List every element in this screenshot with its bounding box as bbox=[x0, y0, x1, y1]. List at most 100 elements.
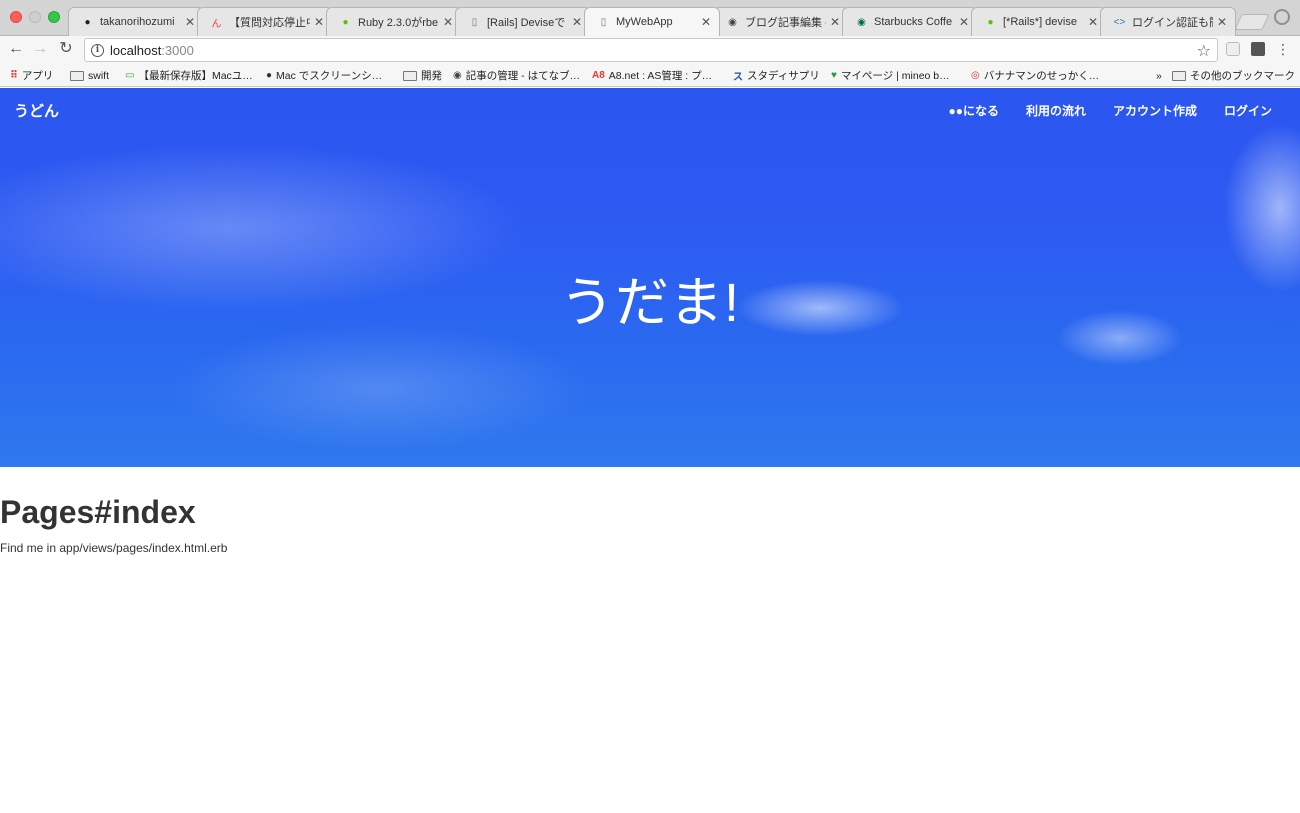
site-brand[interactable]: うどん bbox=[14, 100, 59, 121]
hatena-blog-icon: ◉ bbox=[728, 16, 737, 28]
bookmark-item[interactable]: ♥ マイページ | mineo b… bbox=[831, 68, 950, 83]
nav-link-flow[interactable]: 利用の流れ bbox=[1026, 102, 1086, 119]
page-icon: ▯ bbox=[471, 16, 478, 28]
tab-close-icon[interactable]: ✕ bbox=[572, 15, 582, 29]
bookmark-label: A8.net : AS管理 : プ… bbox=[608, 70, 713, 82]
page-heading: Pages#index bbox=[0, 494, 196, 530]
bookmark-item[interactable]: 開発 bbox=[403, 68, 442, 83]
bookmark-label: バナナマンのせっかく… bbox=[983, 70, 1100, 82]
other-bookmarks-label: その他のブックマーク bbox=[1190, 70, 1295, 82]
window-minimize-button[interactable] bbox=[29, 11, 41, 23]
bananaman-icon: ◎ bbox=[971, 70, 980, 81]
github-icon: ● bbox=[84, 16, 91, 28]
browser-toolbar: ← → ↻ i localhost:3000 ☆ ⋮ bbox=[0, 36, 1300, 64]
bookmark-label: アプリ bbox=[21, 70, 54, 82]
folder-icon bbox=[1172, 70, 1186, 81]
bookmark-item[interactable]: swift bbox=[70, 68, 109, 83]
apple-icon: ● bbox=[266, 70, 273, 81]
tab-title: [Rails] Deviseで bbox=[487, 17, 566, 29]
bookmark-label: 開発 bbox=[421, 70, 442, 82]
bookmark-label: 記事の管理 - はてなブ… bbox=[465, 70, 581, 82]
bookmark-label: Mac でスクリーンシ… bbox=[276, 70, 383, 82]
tab-close-icon[interactable]: ✕ bbox=[701, 15, 711, 29]
nav-link-become[interactable]: ●●になる bbox=[948, 102, 999, 119]
profile-icon[interactable] bbox=[1274, 9, 1290, 25]
back-icon[interactable]: ← bbox=[6, 39, 26, 59]
nav-link-signup[interactable]: アカウント作成 bbox=[1113, 102, 1197, 119]
bookmark-label: swift bbox=[88, 69, 109, 82]
tab-close-icon[interactable]: ✕ bbox=[314, 15, 324, 29]
qiita-icon: ● bbox=[342, 16, 349, 28]
tab-title: ブログ記事編集 - bbox=[745, 17, 826, 29]
tab-close-icon[interactable]: ✕ bbox=[830, 15, 840, 29]
page-description: Find me in app/views/pages/index.html.er… bbox=[0, 541, 228, 555]
starbucks-icon: ◉ bbox=[857, 16, 866, 28]
browser-tab[interactable]: ▯ MyWebApp ✕ bbox=[584, 7, 720, 36]
tab-title: [*Rails*] devise bbox=[1003, 16, 1077, 28]
bookmark-item[interactable]: ▭ 【最新保存版】Macユ… bbox=[125, 68, 253, 83]
site-nav-links: ●●になる 利用の流れ アカウント作成 ログイン bbox=[948, 102, 1272, 119]
bookmarks-overflow-label: » bbox=[1156, 69, 1162, 82]
tab-close-icon[interactable]: ✕ bbox=[1217, 15, 1227, 29]
tab-close-icon[interactable]: ✕ bbox=[959, 15, 969, 29]
window-maximize-button[interactable] bbox=[48, 11, 60, 23]
info-icon[interactable]: i bbox=[91, 43, 104, 57]
folder-icon bbox=[70, 70, 84, 81]
studysapuri-icon: ス bbox=[733, 72, 743, 83]
nav-link-login[interactable]: ログイン bbox=[1224, 102, 1272, 119]
hatena-blog-icon: ◉ bbox=[453, 70, 462, 81]
tab-title: takanorihozumi bbox=[100, 16, 175, 28]
tab-title: 【質問対応停止中 bbox=[229, 17, 310, 29]
other-bookmarks-folder[interactable]: その他のブックマーク bbox=[1172, 68, 1295, 83]
browser-tab[interactable]: ▯ [Rails] Deviseで ✕ bbox=[455, 7, 591, 36]
browser-tab-strip: ● takanorihozumi ✕ ん【質問対応停止中 ✕ ● Ruby 2.3.0がrb… bbox=[0, 0, 1300, 36]
hero-section: うどん ●●になる 利用の流れ アカウント作成 ログイン うだま! bbox=[0, 88, 1300, 467]
folder-icon bbox=[403, 70, 417, 81]
page-icon: ▯ bbox=[600, 16, 607, 28]
hatena-icon: ん bbox=[211, 18, 222, 30]
browser-tab[interactable]: ◉ ブログ記事編集 - ✕ bbox=[713, 7, 849, 36]
bookmark-item[interactable]: ◎ バナナマンのせっかく… bbox=[971, 68, 1099, 83]
browser-tab[interactable]: ◉ Starbucks Coffe ✕ bbox=[842, 7, 978, 36]
url-port: :3000 bbox=[161, 42, 194, 58]
bookmark-label: スタディサプリ bbox=[747, 70, 820, 82]
bookmark-star-icon[interactable]: ☆ bbox=[1197, 41, 1211, 61]
site-navbar: うどん ●●になる 利用の流れ アカウント作成 ログイン bbox=[0, 88, 1300, 132]
bookmarks-bar: » その他のブックマーク ⠿ アプリ swift ▭ 【最新保存版】Macユ… ● Mac … bbox=[0, 64, 1300, 87]
browser-tab[interactable]: ● [*Rails*] devise ✕ bbox=[971, 7, 1107, 36]
url-host: localhost bbox=[110, 42, 162, 58]
new-tab-button[interactable] bbox=[1234, 14, 1270, 30]
browser-tab[interactable]: ● takanorihozumi ✕ bbox=[68, 7, 204, 36]
tab-title: Ruby 2.3.0がrbe bbox=[358, 17, 439, 29]
menu-icon[interactable]: ⋮ bbox=[1276, 42, 1290, 56]
apps-icon: ⠿ bbox=[10, 70, 18, 81]
address-bar[interactable]: i localhost:3000 ☆ bbox=[84, 38, 1218, 62]
bookmark-label: マイページ | mineo b… bbox=[840, 70, 950, 82]
reload-icon[interactable]: ↻ bbox=[56, 39, 76, 59]
bookmark-item[interactable]: A8 A8.net : AS管理 : プ… bbox=[592, 68, 712, 83]
code-icon: <> bbox=[1113, 16, 1126, 28]
tab-close-icon[interactable]: ✕ bbox=[185, 15, 195, 29]
qiita-icon: ● bbox=[987, 16, 994, 28]
bookmark-item[interactable]: ● Mac でスクリーンシ… bbox=[266, 68, 382, 83]
browser-tab[interactable]: ● Ruby 2.3.0がrbe ✕ bbox=[326, 7, 462, 36]
forward-icon[interactable]: → bbox=[30, 39, 50, 59]
bookmark-item[interactable]: ◉ 記事の管理 - はてなブ… bbox=[453, 68, 580, 83]
a8-icon: A8 bbox=[592, 70, 605, 81]
reader-extension-icon[interactable] bbox=[1251, 42, 1265, 56]
browser-tab[interactable]: ん【質問対応停止中 ✕ bbox=[197, 7, 333, 36]
extension-icon[interactable] bbox=[1226, 42, 1240, 56]
tab-close-icon[interactable]: ✕ bbox=[443, 15, 453, 29]
tab-title: Starbucks Coffe bbox=[874, 16, 953, 28]
browser-tab[interactable]: <> ログイン認証も簡 ✕ bbox=[1100, 7, 1236, 36]
tab-title: MyWebApp bbox=[616, 16, 673, 28]
hero-title: うだま! bbox=[560, 273, 740, 333]
bookmark-icon: ▭ bbox=[125, 70, 135, 81]
mineo-icon: ♥ bbox=[831, 70, 837, 81]
bookmark-item[interactable]: ⠿ アプリ bbox=[10, 68, 53, 83]
window-close-button[interactable] bbox=[10, 11, 22, 23]
bookmark-item[interactable]: ススタディサプリ bbox=[733, 68, 820, 83]
tab-title: ログイン認証も簡 bbox=[1132, 17, 1213, 29]
tab-close-icon[interactable]: ✕ bbox=[1088, 15, 1098, 29]
bookmarks-overflow-button[interactable]: » bbox=[1156, 68, 1162, 83]
